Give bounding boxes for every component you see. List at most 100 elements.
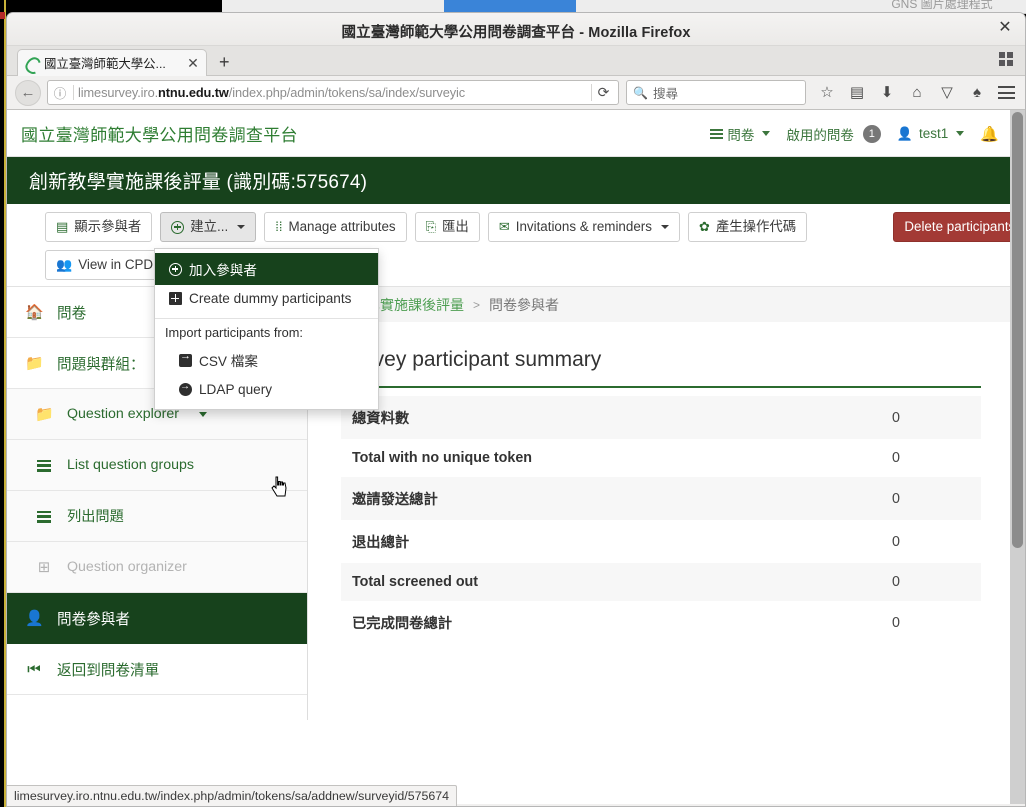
pocket-icon[interactable]: ▽ bbox=[932, 84, 962, 101]
sidebar-item-label: 問卷 bbox=[57, 305, 87, 322]
dropdown-import-csv-label: CSV 檔案 bbox=[199, 354, 258, 369]
background-window-red-marker bbox=[0, 12, 5, 19]
organizer-icon: ⊞ bbox=[37, 559, 51, 576]
import-csv-icon bbox=[179, 350, 192, 367]
summary-key: 退出總計 bbox=[352, 535, 410, 551]
dropdown-create-dummy[interactable]: Create dummy participants bbox=[155, 285, 378, 312]
show-participants-button[interactable]: ▤ 顯示參與者 bbox=[45, 212, 153, 242]
survey-title-bar: 創新教學實施課後評量 (識別碼:575674) bbox=[7, 157, 1011, 204]
app-navbar-right: 問卷 啟用的問卷 1 👤 test1 🔔 bbox=[710, 110, 999, 157]
summary-key: 邀請發送總計 bbox=[352, 492, 438, 508]
sidebar-item-back-to-survey-list[interactable]: ⏮ 返回到問卷清單 bbox=[7, 644, 307, 695]
sidebar-item-label: 問卷參與者 bbox=[57, 611, 130, 628]
summary-value: 0 bbox=[892, 450, 900, 466]
search-placeholder: 搜尋 bbox=[652, 87, 679, 101]
manage-attributes-button[interactable]: ⁞⁞ Manage attributes bbox=[264, 212, 407, 242]
summary-panel: Survey participant summary 總資料數 0 Total … bbox=[308, 322, 1011, 644]
person-icon: 👤 bbox=[25, 610, 44, 627]
reload-icon[interactable]: ⟳ bbox=[591, 84, 615, 101]
search-icon: 🔍 bbox=[633, 85, 648, 100]
gear-icon: ✿ bbox=[698, 219, 710, 234]
summary-key: Total screened out bbox=[352, 574, 479, 590]
url-divider bbox=[73, 85, 74, 100]
url-bar[interactable]: ⓘ limesurvey.iro.ntnu.edu.tw/index.php/a… bbox=[47, 80, 619, 105]
export-label: 匯出 bbox=[442, 219, 469, 234]
library-icon[interactable]: ▤ bbox=[842, 84, 872, 101]
app-navbar: 國立臺灣師範大學公用問卷調查平台 問卷 啟用的問卷 1 👤 test1 🔔 bbox=[7, 110, 1011, 157]
window-titlebar: 國立臺灣師範大學公用問卷調查平台 - Mozilla Firefox ✕ bbox=[7, 13, 1025, 46]
circle-plus-icon bbox=[171, 220, 185, 234]
folder-icon: 📁 bbox=[25, 355, 44, 372]
dropdown-import-ldap[interactable]: LDAP query bbox=[155, 376, 378, 403]
sidebar-item-label: 列出問題 bbox=[67, 509, 124, 525]
dropdown-add-participant[interactable]: 加入參與者 bbox=[155, 253, 378, 285]
tab-close-icon[interactable]: ✕ bbox=[186, 56, 200, 70]
browser-tab[interactable]: 國立臺灣師範大學公... ✕ bbox=[17, 49, 207, 76]
url-text: limesurvey.iro.ntnu.edu.tw/index.php/adm… bbox=[78, 85, 591, 100]
search-bar[interactable]: 🔍 搜尋 bbox=[626, 80, 806, 105]
create-dropdown-menu: 加入參與者 Create dummy participants Import p… bbox=[154, 248, 379, 410]
nav-active-surveys-label: 啟用的問卷 bbox=[786, 127, 854, 143]
notifications-bell-icon[interactable]: 🔔 bbox=[980, 125, 999, 143]
list-all-tabs-icon[interactable] bbox=[999, 52, 1015, 68]
nav-user-menu[interactable]: 👤 test1 bbox=[897, 126, 965, 142]
app-brand[interactable]: 國立臺灣師範大學公用問卷調查平台 bbox=[21, 121, 298, 146]
bookmark-star-icon[interactable]: ☆ bbox=[812, 84, 842, 101]
delete-participants-table-button[interactable]: Delete participants table bbox=[893, 212, 1025, 242]
download-icon[interactable]: ⬇ bbox=[872, 84, 902, 101]
chevron-down-icon bbox=[237, 225, 246, 229]
folder-icon: 📁 bbox=[35, 406, 54, 423]
page-viewport: 國立臺灣師範大學公用問卷調查平台 問卷 啟用的問卷 1 👤 test1 🔔 創新… bbox=[7, 110, 1025, 804]
nav-user-label: test1 bbox=[919, 126, 949, 141]
summary-value: 0 bbox=[892, 574, 900, 590]
delete-participants-table-label: Delete participants table bbox=[904, 219, 1025, 234]
back-to-list-icon: ⏮ bbox=[27, 660, 41, 678]
new-tab-button[interactable]: + bbox=[219, 53, 230, 71]
dropdown-import-csv[interactable]: CSV 檔案 bbox=[155, 344, 378, 376]
back-button[interactable]: ← bbox=[15, 79, 41, 106]
table-row: Total with no unique token 0 bbox=[341, 439, 981, 477]
nav-active-surveys[interactable]: 啟用的問卷 1 bbox=[786, 124, 881, 144]
tab-title: 國立臺灣師範大學公... bbox=[44, 57, 166, 71]
invitations-label: Invitations & reminders bbox=[515, 219, 652, 234]
breadcrumb-separator: > bbox=[473, 297, 481, 312]
attributes-icon: ⁞⁞ bbox=[275, 219, 283, 234]
browser-navigation-toolbar: ← ⓘ limesurvey.iro.ntnu.edu.tw/index.php… bbox=[7, 76, 1025, 110]
home-icon[interactable]: ⌂ bbox=[902, 84, 932, 101]
status-bar-link: limesurvey.iro.ntnu.edu.tw/index.php/adm… bbox=[7, 785, 458, 806]
status-bar-url: limesurvey.iro.ntnu.edu.tw/index.php/adm… bbox=[14, 789, 450, 803]
tab-strip: 國立臺灣師範大學公... ✕ + bbox=[7, 46, 1025, 76]
dropdown-divider bbox=[155, 318, 378, 319]
create-dropdown-button[interactable]: 建立... bbox=[160, 212, 257, 242]
summary-value: 0 bbox=[892, 409, 900, 426]
sidebar-item-list-question-groups[interactable]: List question groups bbox=[7, 440, 307, 491]
site-info-icon[interactable]: ⓘ bbox=[51, 83, 69, 102]
page-scrollbar-thumb[interactable] bbox=[1012, 112, 1023, 548]
participant-summary-table: 總資料數 0 Total with no unique token 0 邀請發送… bbox=[341, 396, 981, 644]
toolbar-button-row: ▤ 顯示參與者 建立... ⁞⁞ Manage attributes ⎘ 匯出 … bbox=[45, 212, 1001, 242]
page-scrollbar[interactable] bbox=[1010, 110, 1025, 804]
envelope-icon: ✉ bbox=[498, 219, 510, 234]
sidebar-item-survey-participants[interactable]: 👤 問卷參與者 bbox=[7, 593, 307, 644]
table-row: 邀請發送總計 0 bbox=[341, 477, 981, 520]
browser-menu-icon[interactable] bbox=[998, 86, 1015, 99]
url-suffix: /index.php/admin/tokens/sa/index/surveyi… bbox=[228, 85, 466, 100]
window-close-icon[interactable]: ✕ bbox=[996, 20, 1014, 36]
background-window-title: GNS 圖片處理程式 bbox=[891, 0, 993, 9]
sync-icon[interactable]: ♠ bbox=[962, 84, 992, 101]
invitations-reminders-button[interactable]: ✉ Invitations & reminders bbox=[487, 212, 680, 242]
chevron-down-icon bbox=[762, 131, 771, 136]
sidebar-item-label: Question organizer bbox=[67, 559, 187, 575]
people-icon: 👥 bbox=[56, 257, 73, 272]
list-icon bbox=[35, 508, 53, 525]
nav-surveys[interactable]: 問卷 bbox=[710, 124, 771, 144]
url-domain: ntnu.edu.tw bbox=[158, 85, 229, 100]
breadcrumb-current: 問卷參與者 bbox=[489, 296, 560, 313]
participants-toolbar: ▤ 顯示參與者 建立... ⁞⁞ Manage attributes ⎘ 匯出 … bbox=[7, 204, 1025, 497]
window-title: 國立臺灣師範大學公用問卷調查平台 - Mozilla Firefox bbox=[341, 25, 691, 41]
summary-key: 已完成問卷總計 bbox=[352, 616, 453, 632]
dropdown-create-dummy-label: Create dummy participants bbox=[189, 291, 352, 306]
export-button[interactable]: ⎘ 匯出 bbox=[414, 212, 480, 242]
sidebar-item-list-questions[interactable]: 列出問題 bbox=[7, 491, 307, 542]
generate-codes-button[interactable]: ✿ 產生操作代碼 bbox=[687, 212, 808, 242]
